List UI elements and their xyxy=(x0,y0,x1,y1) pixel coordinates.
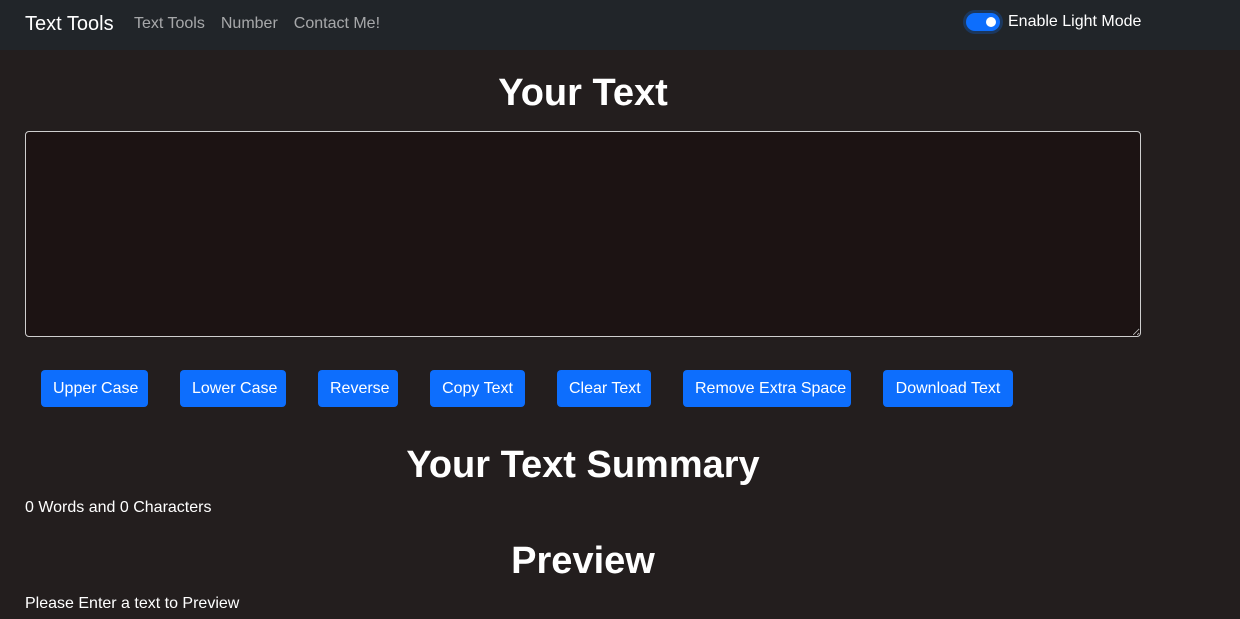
clear-text-button[interactable]: Clear Text xyxy=(557,370,651,407)
preview-title: Preview xyxy=(511,540,655,582)
toggle-switch-icon[interactable] xyxy=(966,13,1000,31)
remove-extra-space-button[interactable]: Remove Extra Space xyxy=(683,370,851,407)
text-input[interactable] xyxy=(25,131,1141,337)
toggle-knob xyxy=(986,17,996,27)
navbar: Text Tools Text Tools Number Contact Me!… xyxy=(0,0,1240,50)
download-text-button[interactable]: Download Text xyxy=(883,370,1013,407)
summary-stats: 0 Words and 0 Characters xyxy=(25,499,212,516)
preview-text: Please Enter a text to Preview xyxy=(25,595,240,612)
page-title: Your Text xyxy=(498,72,668,114)
nav-link-number[interactable]: Number xyxy=(221,14,278,34)
light-mode-switch[interactable]: Enable Light Mode xyxy=(966,12,1141,32)
copy-text-button[interactable]: Copy Text xyxy=(430,370,525,407)
nav-links: Text Tools Number Contact Me! xyxy=(134,14,380,34)
nav-link-contact[interactable]: Contact Me! xyxy=(294,14,380,34)
upper-case-button[interactable]: Upper Case xyxy=(41,370,148,407)
navbar-brand[interactable]: Text Tools xyxy=(25,12,114,36)
light-mode-label[interactable]: Enable Light Mode xyxy=(1008,12,1141,32)
reverse-button[interactable]: Reverse xyxy=(318,370,398,407)
summary-title: Your Text Summary xyxy=(406,444,760,486)
lower-case-button[interactable]: Lower Case xyxy=(180,370,286,407)
nav-link-text-tools[interactable]: Text Tools xyxy=(134,14,205,34)
